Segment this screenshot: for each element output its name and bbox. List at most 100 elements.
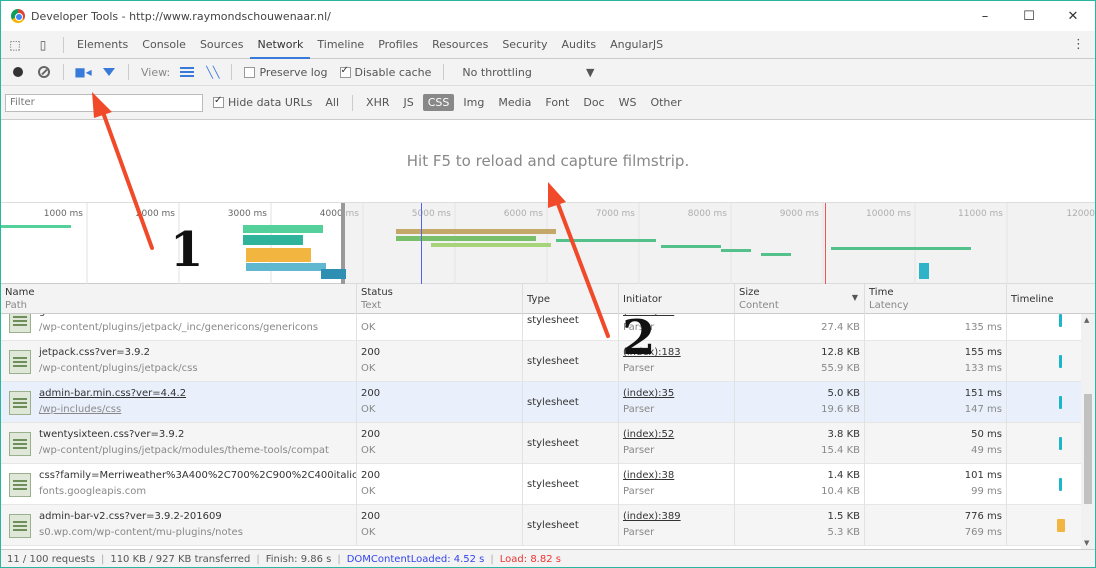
tab-console[interactable]: Console bbox=[135, 31, 193, 59]
initiator-link[interactable]: (index):35 bbox=[623, 386, 730, 402]
disable-cache-checkbox[interactable]: Disable cache bbox=[339, 65, 431, 79]
cell-name[interactable]: css?family=Merriweather%3A400%2C700%2C90… bbox=[1, 464, 357, 505]
inspect-element-icon[interactable]: ⬚ bbox=[1, 31, 29, 59]
table-row[interactable]: css?family=Merriweather%3A400%2C700%2C90… bbox=[1, 464, 1081, 505]
request-path: /wp-content/plugins/jetpack/_inc/generic… bbox=[39, 322, 319, 333]
filter-type-js[interactable]: JS bbox=[399, 94, 419, 111]
cell-name[interactable]: genericons.css?ver=3.1/wp-content/plugin… bbox=[1, 314, 357, 341]
request-count: 11 / 100 requests bbox=[7, 554, 95, 565]
table-body: genericons.css?ver=3.1/wp-content/plugin… bbox=[1, 314, 1081, 549]
cell-status: 200OK bbox=[357, 314, 523, 341]
device-mode-icon[interactable]: ▯ bbox=[29, 31, 57, 59]
preserve-log-checkbox[interactable]: Preserve log bbox=[244, 66, 328, 79]
domcontentloaded-time: DOMContentLoaded: 4.52 s bbox=[346, 554, 485, 565]
minimize-button[interactable]: – bbox=[963, 1, 1007, 31]
tab-security[interactable]: Security bbox=[495, 31, 554, 59]
cell-time: 151 ms 147 ms bbox=[865, 382, 1007, 423]
request-time: 776 ms bbox=[964, 511, 1002, 522]
disable-cache-box[interactable] bbox=[339, 65, 351, 78]
initiator-link[interactable]: (index):52 bbox=[623, 427, 730, 443]
table-row[interactable]: genericons.css?ver=3.1/wp-content/plugin… bbox=[1, 314, 1081, 341]
content-size: 19.6 KB bbox=[821, 404, 860, 415]
tab-sources[interactable]: Sources bbox=[193, 31, 251, 59]
column-size[interactable]: Size Content ▼ bbox=[735, 284, 865, 314]
tab-angularjs[interactable]: AngularJS bbox=[603, 31, 670, 59]
cell-timeline bbox=[1007, 382, 1081, 423]
initiator-link[interactable]: (index):38 bbox=[623, 468, 730, 484]
divider bbox=[231, 64, 233, 80]
cell-type: stylesheet bbox=[523, 382, 619, 423]
large-rows-icon[interactable] bbox=[180, 67, 195, 77]
content-size: 10.4 KB bbox=[821, 486, 860, 497]
filter-type-css[interactable]: CSS bbox=[422, 94, 455, 111]
cell-name[interactable]: admin-bar-v2.css?ver=3.9.2-201609 s0.wp.c… bbox=[1, 505, 357, 546]
column-timeline[interactable]: Timeline bbox=[1007, 284, 1095, 314]
filter-toggle-button[interactable] bbox=[96, 61, 122, 83]
filter-type-doc[interactable]: Doc bbox=[578, 94, 609, 111]
initiator-link[interactable]: (index):389 bbox=[623, 509, 730, 525]
column-type[interactable]: Type bbox=[523, 284, 619, 314]
tab-network[interactable]: Network bbox=[250, 31, 311, 59]
stylesheet-file-icon bbox=[9, 391, 31, 415]
filter-type-xhr[interactable]: XHR bbox=[361, 94, 394, 111]
table-row[interactable]: twentysixteen.css?ver=3.9.2/wp-content/p… bbox=[1, 423, 1081, 464]
tab-timeline[interactable]: Timeline bbox=[310, 31, 371, 59]
close-button[interactable]: ✕ bbox=[1051, 1, 1095, 31]
filter-type-img[interactable]: Img bbox=[458, 94, 489, 111]
hide-data-urls-box[interactable] bbox=[213, 95, 224, 108]
tab-resources[interactable]: Resources bbox=[425, 31, 495, 59]
content-size: 55.9 KB bbox=[821, 363, 860, 374]
column-status[interactable]: Status Text bbox=[357, 284, 523, 314]
annotation-number-1: 1 bbox=[170, 222, 204, 278]
window-title: Developer Tools - http://www.raymondscho… bbox=[31, 9, 331, 23]
sort-descending-icon: ▼ bbox=[851, 293, 858, 302]
scroll-down-icon[interactable]: ▼ bbox=[1084, 539, 1089, 547]
maximize-button[interactable]: ☐ bbox=[1007, 1, 1051, 31]
filter-input[interactable] bbox=[5, 93, 203, 112]
table-scrollbar[interactable]: ▲ ▼ bbox=[1081, 314, 1095, 549]
scroll-up-icon[interactable]: ▲ bbox=[1084, 316, 1089, 324]
preserve-log-box[interactable] bbox=[244, 66, 256, 78]
cell-name[interactable]: twentysixteen.css?ver=3.9.2/wp-content/p… bbox=[1, 423, 357, 464]
cell-size: 1.4 KB 10.4 KB bbox=[735, 464, 865, 505]
filter-type-font[interactable]: Font bbox=[540, 94, 574, 111]
more-options-icon[interactable]: ⋮ bbox=[1072, 37, 1085, 52]
scrollbar-thumb[interactable] bbox=[1084, 394, 1092, 504]
throttling-select[interactable]: No throttling ▼ bbox=[458, 66, 598, 79]
table-row[interactable]: admin-bar.min.css?ver=4.4.2/wp-includes/… bbox=[1, 382, 1081, 423]
filter-type-other[interactable]: Other bbox=[645, 94, 686, 111]
column-time[interactable]: Time Latency bbox=[865, 284, 1007, 314]
filter-type-media[interactable]: Media bbox=[493, 94, 536, 111]
request-latency: 135 ms bbox=[964, 322, 1002, 333]
capture-screenshots-button[interactable]: ■◂ bbox=[70, 61, 96, 83]
overview-timeline[interactable]: 1000 ms2000 ms3000 ms4000 ms5000 ms6000 … bbox=[1, 202, 1095, 285]
record-button[interactable] bbox=[5, 61, 31, 83]
initiator-type: Parser bbox=[623, 404, 655, 415]
table-row[interactable]: admin-bar-v2.css?ver=3.9.2-201609 s0.wp.c… bbox=[1, 505, 1081, 546]
request-path: fonts.googleapis.com bbox=[39, 486, 147, 497]
cell-name[interactable]: jetpack.css?ver=3.9.2/wp-content/plugins… bbox=[1, 341, 357, 382]
transfer-size: 3.8 KB bbox=[827, 429, 861, 440]
filter-type-all[interactable]: All bbox=[320, 94, 344, 111]
tab-elements[interactable]: Elements bbox=[70, 31, 135, 59]
timeline-waterfall-bar bbox=[1059, 314, 1062, 327]
panel-tabs-bar: ⬚ ▯ Elements Console Sources Network Tim… bbox=[1, 31, 1095, 59]
overview-toggle-icon[interactable]: ╲╲ bbox=[206, 66, 219, 79]
tab-profiles[interactable]: Profiles bbox=[371, 31, 425, 59]
request-time: 151 ms bbox=[964, 388, 1002, 399]
tab-audits[interactable]: Audits bbox=[554, 31, 603, 59]
cell-name[interactable]: admin-bar.min.css?ver=4.4.2/wp-includes/… bbox=[1, 382, 357, 423]
cell-initiator: (index):38 Parser bbox=[619, 464, 735, 505]
clear-button[interactable] bbox=[31, 61, 57, 83]
chrome-logo-icon bbox=[11, 9, 25, 23]
filter-type-ws[interactable]: WS bbox=[614, 94, 642, 111]
timeline-waterfall-bar bbox=[1057, 519, 1065, 532]
cell-time: 50 ms 49 ms bbox=[865, 423, 1007, 464]
table-row[interactable]: jetpack.css?ver=3.9.2/wp-content/plugins… bbox=[1, 341, 1081, 382]
hide-data-urls-checkbox[interactable]: Hide data URLs bbox=[213, 95, 312, 109]
transfer-size: 1.4 KB bbox=[827, 470, 861, 481]
column-name[interactable]: Name Path bbox=[1, 284, 357, 314]
devtools-window: Developer Tools - http://www.raymondscho… bbox=[0, 0, 1096, 568]
cell-timeline bbox=[1007, 314, 1081, 341]
request-name: admin-bar.min.css?ver=4.4.2 bbox=[39, 388, 187, 399]
